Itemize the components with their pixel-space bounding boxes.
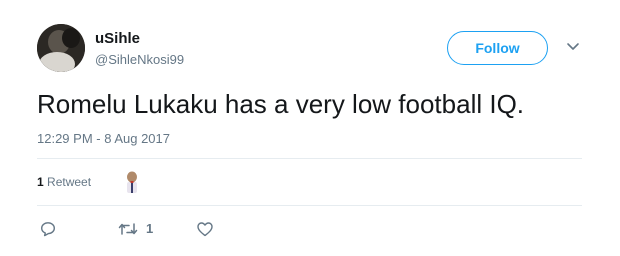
chevron-down-icon[interactable] [566, 42, 580, 52]
retweet-stat-label: Retweet [47, 175, 92, 189]
user-handle[interactable]: @SihleNkosi99 [95, 52, 184, 67]
reply-icon[interactable] [40, 221, 56, 237]
user-name[interactable]: uSihle [95, 30, 140, 47]
retweet-stat[interactable]: 1 Retweet [37, 175, 91, 189]
divider [37, 205, 582, 206]
follow-button[interactable]: Follow [447, 31, 548, 65]
retweet-icon[interactable] [118, 221, 138, 237]
heart-icon[interactable] [196, 220, 214, 238]
retweet-stat-count: 1 [37, 175, 44, 189]
avatar[interactable] [37, 24, 85, 72]
tweet-text: Romelu Lukaku has a very low football IQ… [37, 89, 525, 119]
tweet-card: uSihle @SihleNkosi99 Follow Romelu Lukak… [0, 0, 620, 256]
divider [37, 158, 582, 159]
retweeter-avatar[interactable] [122, 170, 142, 194]
retweet-action-count: 1 [146, 221, 154, 236]
tweet-timestamp[interactable]: 12:29 PM - 8 Aug 2017 [37, 131, 170, 146]
